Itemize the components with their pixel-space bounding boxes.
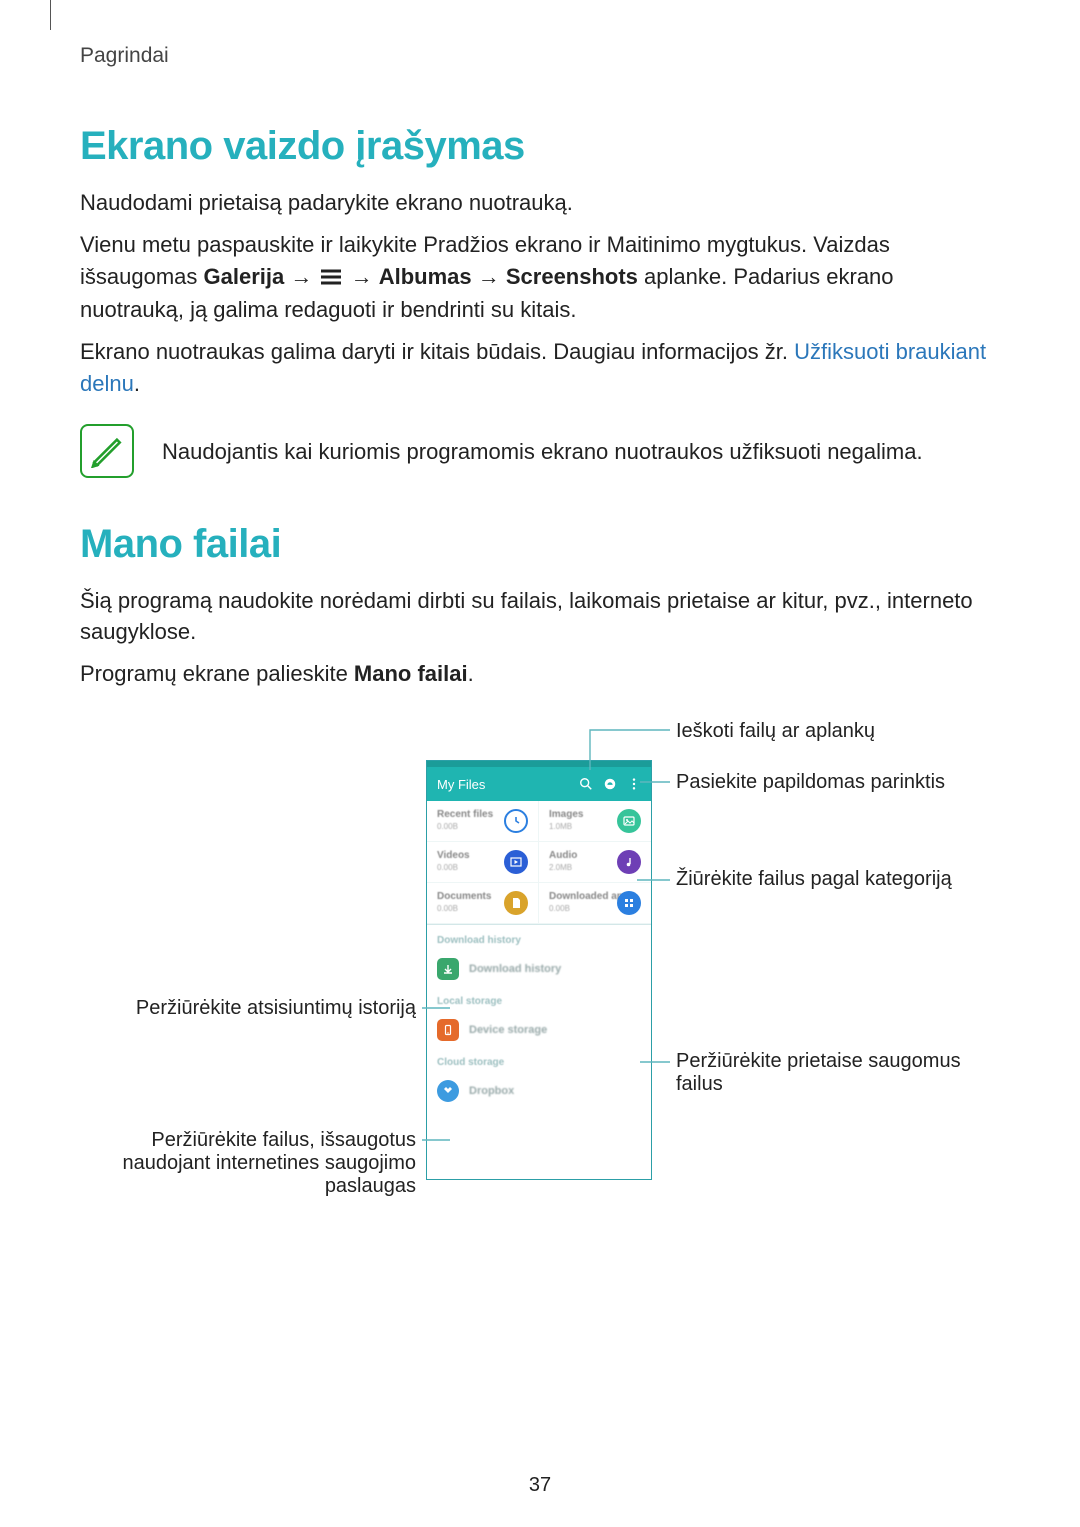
- app-title: My Files: [437, 777, 485, 792]
- arrow: →: [472, 264, 506, 289]
- device-icon: [437, 1019, 459, 1041]
- dropbox-icon: [437, 1080, 459, 1102]
- callout-dlhist: Peržiūrėkite atsisiuntimų istoriją: [80, 997, 416, 1020]
- heading-screenshot: Ekrano vaizdo įrašymas: [80, 124, 1000, 169]
- para-s1-2: Vienu metu paspauskite ir laikykite Prad…: [80, 229, 1000, 326]
- row-download-history[interactable]: Download history: [427, 952, 651, 986]
- callout-options: Pasiekite papildomas parinktis: [676, 771, 945, 794]
- search-icon[interactable]: [579, 777, 593, 791]
- callout-device: Peržiūrėkite prietaise saugomus failus: [676, 1050, 996, 1096]
- note-icon: [80, 424, 134, 478]
- callout-cloud: Peržiūrėkite failus, išsaugotus naudojan…: [80, 1129, 416, 1198]
- note-block: Naudojantis kai kuriomis programomis ekr…: [80, 424, 1000, 478]
- tile-audio[interactable]: Audio 2.0MB: [539, 842, 651, 883]
- para-s1-3: Ekrano nuotraukas galima daryti ir kitai…: [80, 336, 1000, 400]
- para-s2-1: Šią programą naudokite norėdami dirbti s…: [80, 585, 1000, 649]
- bold-galerija: Galerija: [204, 264, 285, 289]
- menu-icon: [318, 262, 344, 294]
- text: Programų ekrane palieskite: [80, 661, 354, 686]
- row-label: Device storage: [469, 1024, 547, 1036]
- bold-albumas: Albumas: [379, 264, 472, 289]
- storage-icon[interactable]: [603, 777, 617, 791]
- phone-screen: My Files Recent files 0.00B: [426, 760, 652, 1180]
- tile-recent[interactable]: Recent files 0.00B: [427, 801, 539, 842]
- tile-downloaded-apps[interactable]: Downloaded apps 0.00B: [539, 883, 651, 924]
- bold-manofailai: Mano failai: [354, 661, 468, 686]
- tile-documents[interactable]: Documents 0.00B: [427, 883, 539, 924]
- note-text: Naudojantis kai kuriomis programomis ekr…: [162, 424, 923, 468]
- tile-images[interactable]: Images 1.0MB: [539, 801, 651, 842]
- para-s2-2: Programų ekrane palieskite Mano failai.: [80, 658, 1000, 690]
- page-rule: [50, 0, 51, 30]
- row-dropbox[interactable]: Dropbox: [427, 1074, 651, 1108]
- para-s1-1: Naudodami prietaisą padarykite ekrano nu…: [80, 187, 1000, 219]
- row-device-storage[interactable]: Device storage: [427, 1013, 651, 1047]
- arrow: →: [344, 264, 378, 289]
- text: Ekrano nuotraukas galima daryti ir kitai…: [80, 339, 794, 364]
- row-label: Download history: [469, 963, 561, 975]
- arrow: →: [284, 264, 318, 289]
- bold-screenshots: Screenshots: [506, 264, 638, 289]
- callout-category: Žiūrėkite failus pagal kategoriją: [676, 868, 952, 891]
- tile-videos[interactable]: Videos 0.00B: [427, 842, 539, 883]
- figure-my-files: My Files Recent files 0.00B: [80, 720, 1000, 1280]
- section-cloud-storage: Cloud storage: [427, 1047, 651, 1074]
- callout-search: Ieškoti failų ar aplankų: [676, 720, 875, 743]
- download-icon: [437, 958, 459, 980]
- more-icon[interactable]: [627, 777, 641, 791]
- row-label: Dropbox: [469, 1085, 514, 1097]
- section-local-storage: Local storage: [427, 986, 651, 1013]
- breadcrumb: Pagrindai: [80, 44, 1000, 68]
- category-grid: Recent files 0.00B Images 1.0MB Videos 0…: [427, 801, 651, 925]
- page-number: 37: [0, 1474, 1080, 1497]
- heading-myfiles: Mano failai: [80, 522, 1000, 567]
- page-body: Pagrindai Ekrano vaizdo įrašymas Naudoda…: [0, 0, 1080, 1280]
- text: .: [134, 371, 140, 396]
- text: .: [468, 661, 474, 686]
- section-download-history: Download history: [427, 925, 651, 952]
- titlebar: My Files: [427, 767, 651, 801]
